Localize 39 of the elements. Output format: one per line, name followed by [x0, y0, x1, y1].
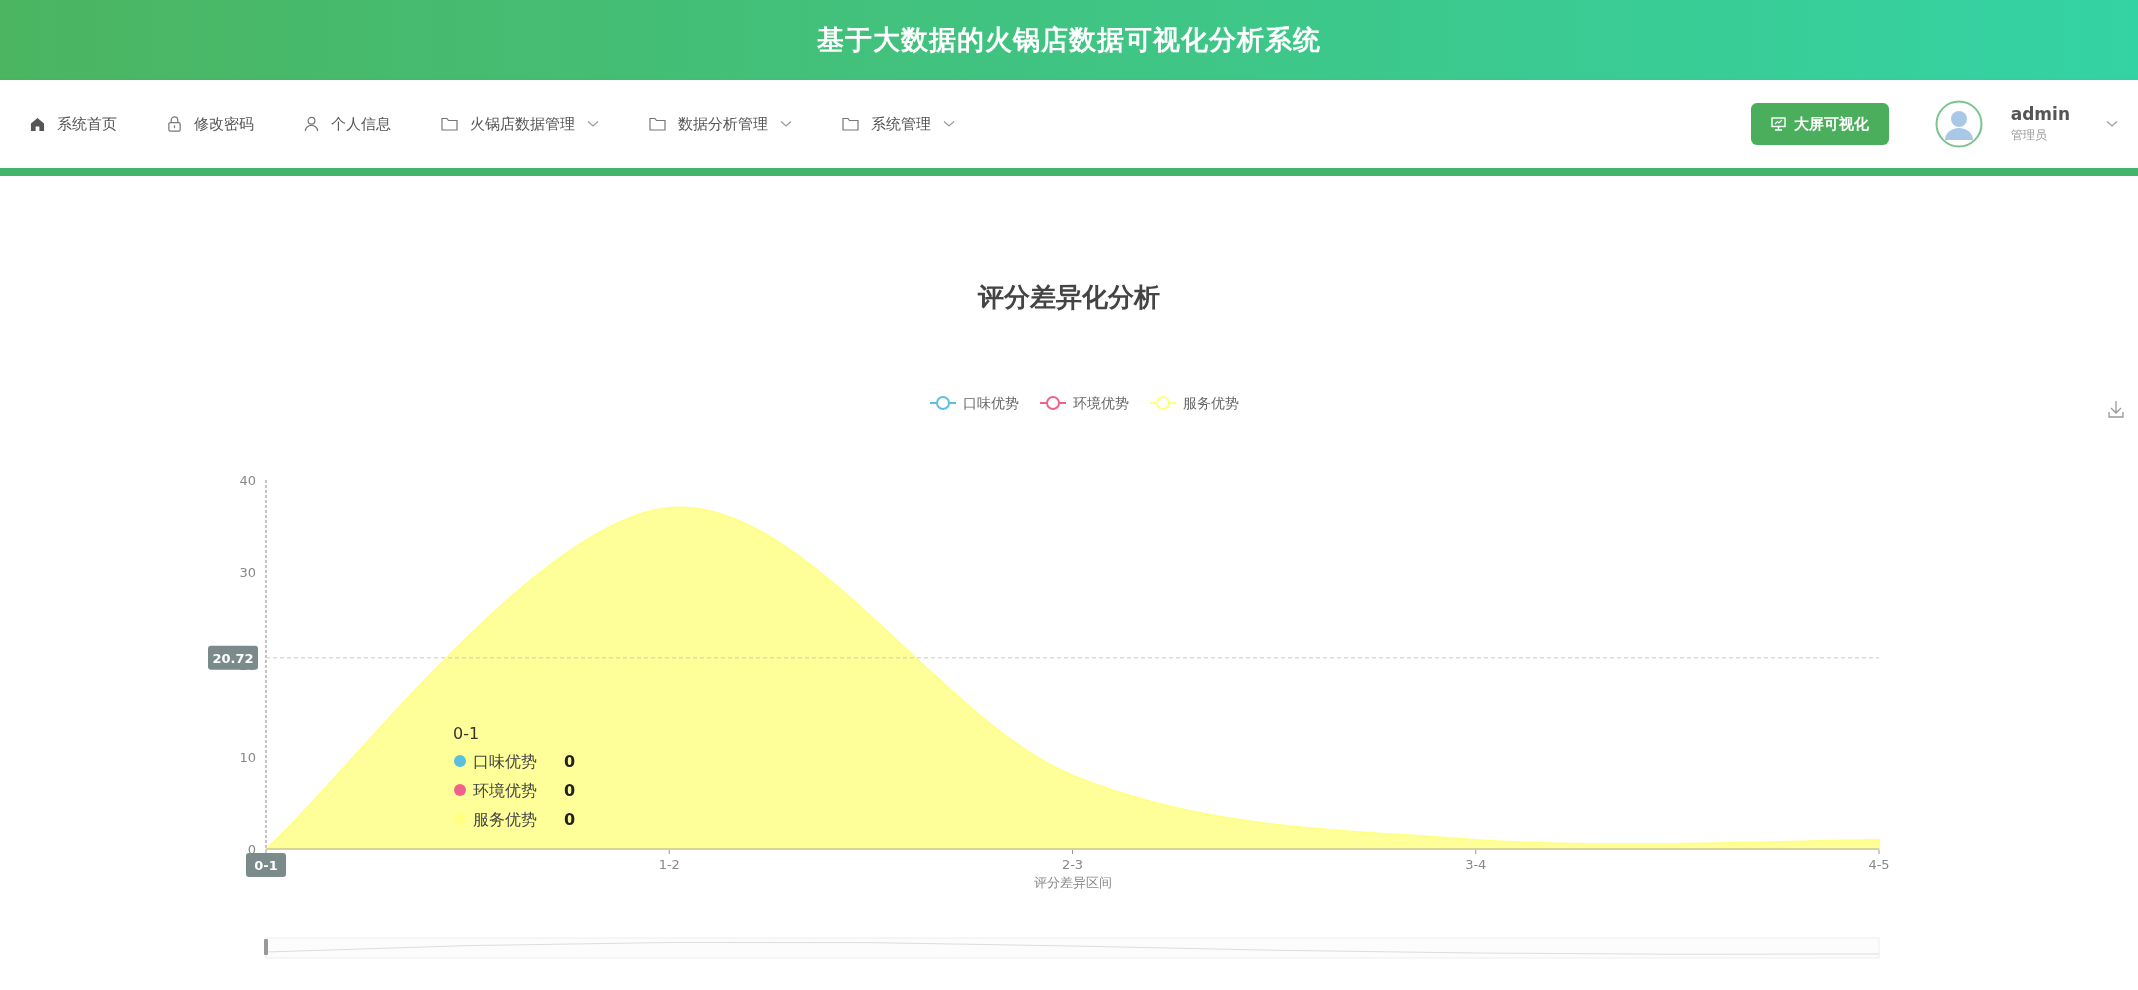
- axis-tick-label: 40: [239, 473, 256, 488]
- axis-tick-label: 4-5: [1868, 857, 1890, 872]
- chevron-down-icon[interactable]: [2106, 120, 2118, 128]
- folder-icon: [842, 117, 859, 131]
- data-zoom-slider[interactable]: [264, 937, 1880, 959]
- download-icon[interactable]: [2108, 400, 2124, 418]
- chart-title: 评分差异化分析: [978, 282, 1160, 312]
- axis-tick-label: 1-2: [658, 857, 680, 872]
- user-name: admin: [2010, 104, 2070, 124]
- axis-tick-label: 10: [239, 749, 256, 765]
- nav-item[interactable]: 数据分析管理: [649, 108, 792, 140]
- legend-label: 口味优势: [963, 395, 1019, 411]
- nav-item[interactable]: 个人信息: [304, 108, 391, 140]
- legend-label: 服务优势: [1183, 395, 1239, 411]
- legend-item[interactable]: 环境优势: [1039, 395, 1129, 411]
- legend-label: 环境优势: [1073, 395, 1129, 411]
- nav-item[interactable]: 系统首页: [30, 108, 117, 140]
- lock-icon: [167, 116, 182, 132]
- user-icon: [304, 116, 319, 132]
- home-icon: [30, 116, 45, 132]
- axis-tick-label: 3-4: [1465, 857, 1487, 872]
- monitor-icon: [1770, 117, 1786, 131]
- ref-line-label: 20.72: [212, 650, 254, 666]
- tooltip: 0-1 口味优势 0 环境优势 0 服务优势 0: [453, 724, 576, 829]
- app-title: 基于大数据的火锅店数据可视化分析系统: [817, 23, 1321, 57]
- user-role: 管理员: [2010, 127, 2048, 144]
- axis-tick-label: 30: [239, 565, 256, 581]
- legend-item[interactable]: 服务优势: [1149, 395, 1239, 411]
- folder-icon: [441, 117, 458, 131]
- nav-item[interactable]: 火锅店数据管理: [441, 108, 599, 140]
- nav-item[interactable]: 修改密码: [167, 108, 254, 140]
- folder-icon: [649, 117, 666, 131]
- x-axis-title: 评分差异区间: [1033, 875, 1112, 890]
- avatar[interactable]: [1934, 100, 1983, 148]
- legend-item[interactable]: 口味优势: [929, 395, 1019, 411]
- axis-pointer-label: 0-1: [246, 853, 286, 877]
- nav-item[interactable]: 系统管理: [842, 108, 955, 140]
- axis-tick-label: 2-3: [1061, 857, 1084, 872]
- x-tick-label: 0-1: [254, 858, 278, 873]
